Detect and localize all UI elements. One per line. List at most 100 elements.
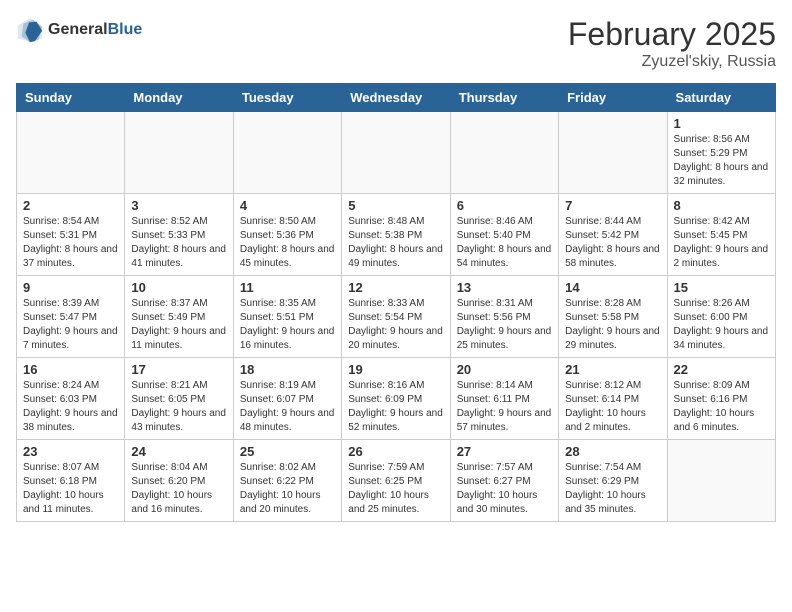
calendar-cell: 19 Sunrise: 8:16 AM Sunset: 6:09 PM Dayli… — [342, 358, 450, 440]
day-info: Sunrise: 8:46 AM Sunset: 5:40 PM Dayligh… — [457, 215, 552, 271]
day-info: Sunrise: 8:33 AM Sunset: 5:54 PM Dayligh… — [348, 297, 443, 353]
calendar-table: SundayMondayTuesdayWednesdayThursdayFrid… — [16, 83, 776, 522]
logo-icon — [16, 16, 44, 44]
day-number: 28 — [565, 444, 660, 459]
calendar-cell: 2 Sunrise: 8:54 AM Sunset: 5:31 PM Daylig… — [17, 194, 125, 276]
calendar-title: February 2025 — [568, 16, 776, 53]
calendar-week-row: 1Sunrise: 8:56 AM Sunset: 5:29 PM Daylig… — [17, 112, 776, 194]
day-info: Sunrise: 8:39 AM Sunset: 5:47 PM Dayligh… — [23, 297, 118, 353]
day-info: Sunrise: 8:44 AM Sunset: 5:42 PM Dayligh… — [565, 215, 660, 271]
day-number: 27 — [457, 444, 552, 459]
day-number: 17 — [131, 362, 226, 377]
day-number: 3 — [131, 198, 226, 213]
weekday-header-wednesday: Wednesday — [342, 84, 450, 112]
day-info: Sunrise: 8:48 AM Sunset: 5:38 PM Dayligh… — [348, 215, 443, 271]
calendar-cell: 27Sunrise: 7:57 AM Sunset: 6:27 PM Dayli… — [450, 440, 558, 522]
day-number: 7 — [565, 198, 660, 213]
day-number: 25 — [240, 444, 335, 459]
day-number: 9 — [23, 280, 118, 295]
calendar-cell: 20 Sunrise: 8:14 AM Sunset: 6:11 PM Dayli… — [450, 358, 558, 440]
weekday-header-tuesday: Tuesday — [233, 84, 341, 112]
calendar-cell — [559, 112, 667, 194]
day-number: 8 — [674, 198, 769, 213]
day-info: Sunrise: 8:21 AM Sunset: 6:05 PM Dayligh… — [131, 379, 226, 435]
day-number: 12 — [348, 280, 443, 295]
calendar-cell: 10 Sunrise: 8:37 AM Sunset: 5:49 PM Dayli… — [125, 276, 233, 358]
day-number: 18 — [240, 362, 335, 377]
day-info: Sunrise: 8:54 AM Sunset: 5:31 PM Dayligh… — [23, 215, 118, 271]
calendar-cell: 14 Sunrise: 8:28 AM Sunset: 5:58 PM Dayli… — [559, 276, 667, 358]
calendar-cell: 7 Sunrise: 8:44 AM Sunset: 5:42 PM Daylig… — [559, 194, 667, 276]
calendar-cell — [233, 112, 341, 194]
calendar-cell: 11 Sunrise: 8:35 AM Sunset: 5:51 PM Dayli… — [233, 276, 341, 358]
day-info: Sunrise: 8:16 AM Sunset: 6:09 PM Dayligh… — [348, 379, 443, 435]
calendar-cell: 23Sunrise: 8:07 AM Sunset: 6:18 PM Dayli… — [17, 440, 125, 522]
logo-text: GeneralBlue — [48, 21, 142, 39]
calendar-week-row: 16 Sunrise: 8:24 AM Sunset: 6:03 PM Dayli… — [17, 358, 776, 440]
day-number: 5 — [348, 198, 443, 213]
day-number: 11 — [240, 280, 335, 295]
page-header: GeneralBlue February 2025 Zyuzel'skiy, R… — [16, 16, 776, 71]
day-info: Sunrise: 8:52 AM Sunset: 5:33 PM Dayligh… — [131, 215, 226, 271]
day-info: Sunrise: 8:02 AM Sunset: 6:22 PM Dayligh… — [240, 461, 335, 517]
day-info: Sunrise: 8:31 AM Sunset: 5:56 PM Dayligh… — [457, 297, 552, 353]
calendar-cell: 17 Sunrise: 8:21 AM Sunset: 6:05 PM Dayli… — [125, 358, 233, 440]
day-info: Sunrise: 8:24 AM Sunset: 6:03 PM Dayligh… — [23, 379, 118, 435]
day-number: 22 — [674, 362, 769, 377]
calendar-cell: 28Sunrise: 7:54 AM Sunset: 6:29 PM Dayli… — [559, 440, 667, 522]
calendar-cell — [125, 112, 233, 194]
day-info: Sunrise: 8:09 AM Sunset: 6:16 PM Dayligh… — [674, 379, 769, 435]
day-info: Sunrise: 8:14 AM Sunset: 6:11 PM Dayligh… — [457, 379, 552, 435]
calendar-week-row: 2 Sunrise: 8:54 AM Sunset: 5:31 PM Daylig… — [17, 194, 776, 276]
day-info: Sunrise: 8:04 AM Sunset: 6:20 PM Dayligh… — [131, 461, 226, 517]
calendar-cell — [667, 440, 775, 522]
day-number: 16 — [23, 362, 118, 377]
day-info: Sunrise: 8:35 AM Sunset: 5:51 PM Dayligh… — [240, 297, 335, 353]
calendar-cell: 12 Sunrise: 8:33 AM Sunset: 5:54 PM Dayli… — [342, 276, 450, 358]
day-number: 14 — [565, 280, 660, 295]
calendar-cell — [17, 112, 125, 194]
title-block: February 2025 Zyuzel'skiy, Russia — [568, 16, 776, 71]
day-info: Sunrise: 8:19 AM Sunset: 6:07 PM Dayligh… — [240, 379, 335, 435]
calendar-cell: 26 Sunrise: 7:59 AM Sunset: 6:25 PM Dayli… — [342, 440, 450, 522]
day-number: 10 — [131, 280, 226, 295]
calendar-week-row: 23Sunrise: 8:07 AM Sunset: 6:18 PM Dayli… — [17, 440, 776, 522]
day-number: 1 — [674, 116, 769, 131]
day-number: 21 — [565, 362, 660, 377]
day-number: 2 — [23, 198, 118, 213]
calendar-cell: 21Sunrise: 8:12 AM Sunset: 6:14 PM Dayli… — [559, 358, 667, 440]
weekday-header-monday: Monday — [125, 84, 233, 112]
calendar-cell: 3 Sunrise: 8:52 AM Sunset: 5:33 PM Daylig… — [125, 194, 233, 276]
day-number: 15 — [674, 280, 769, 295]
day-number: 20 — [457, 362, 552, 377]
calendar-cell — [450, 112, 558, 194]
day-info: Sunrise: 8:07 AM Sunset: 6:18 PM Dayligh… — [23, 461, 118, 517]
calendar-cell: 13Sunrise: 8:31 AM Sunset: 5:56 PM Dayli… — [450, 276, 558, 358]
day-number: 4 — [240, 198, 335, 213]
day-info: Sunrise: 8:42 AM Sunset: 5:45 PM Dayligh… — [674, 215, 769, 271]
day-info: Sunrise: 8:37 AM Sunset: 5:49 PM Dayligh… — [131, 297, 226, 353]
day-number: 26 — [348, 444, 443, 459]
weekday-header-friday: Friday — [559, 84, 667, 112]
calendar-cell: 24 Sunrise: 8:04 AM Sunset: 6:20 PM Dayli… — [125, 440, 233, 522]
calendar-cell: 1Sunrise: 8:56 AM Sunset: 5:29 PM Daylig… — [667, 112, 775, 194]
calendar-cell: 15Sunrise: 8:26 AM Sunset: 6:00 PM Dayli… — [667, 276, 775, 358]
day-info: Sunrise: 8:28 AM Sunset: 5:58 PM Dayligh… — [565, 297, 660, 353]
calendar-cell: 8 Sunrise: 8:42 AM Sunset: 5:45 PM Daylig… — [667, 194, 775, 276]
calendar-subtitle: Zyuzel'skiy, Russia — [568, 53, 776, 71]
calendar-cell: 4Sunrise: 8:50 AM Sunset: 5:36 PM Daylig… — [233, 194, 341, 276]
calendar-week-row: 9 Sunrise: 8:39 AM Sunset: 5:47 PM Daylig… — [17, 276, 776, 358]
calendar-cell: 25 Sunrise: 8:02 AM Sunset: 6:22 PM Dayli… — [233, 440, 341, 522]
day-number: 19 — [348, 362, 443, 377]
calendar-cell: 22 Sunrise: 8:09 AM Sunset: 6:16 PM Dayli… — [667, 358, 775, 440]
day-number: 24 — [131, 444, 226, 459]
calendar-cell: 5 Sunrise: 8:48 AM Sunset: 5:38 PM Daylig… — [342, 194, 450, 276]
weekday-header-thursday: Thursday — [450, 84, 558, 112]
day-info: Sunrise: 7:59 AM Sunset: 6:25 PM Dayligh… — [348, 461, 443, 517]
calendar-cell: 6 Sunrise: 8:46 AM Sunset: 5:40 PM Daylig… — [450, 194, 558, 276]
calendar-cell — [342, 112, 450, 194]
weekday-header-sunday: Sunday — [17, 84, 125, 112]
calendar-cell: 18 Sunrise: 8:19 AM Sunset: 6:07 PM Dayli… — [233, 358, 341, 440]
day-number: 6 — [457, 198, 552, 213]
weekday-header-row: SundayMondayTuesdayWednesdayThursdayFrid… — [17, 84, 776, 112]
